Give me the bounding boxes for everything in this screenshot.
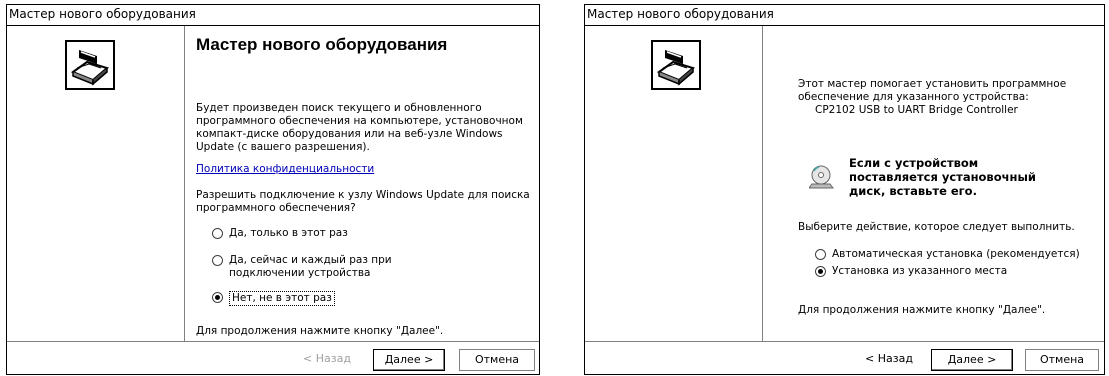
radio-button-selected[interactable]: [815, 266, 826, 277]
button-bar: < Назад Далее > Отмена: [7, 341, 539, 374]
window-title: Мастер нового оборудования: [7, 5, 539, 26]
back-button[interactable]: < Назад: [853, 349, 925, 371]
continue-hint: Для продолжения нажмите кнопку "Далее".: [798, 304, 1046, 316]
next-button[interactable]: Далее >: [931, 349, 1013, 371]
next-button[interactable]: Далее >: [373, 349, 445, 371]
option-manual[interactable]: Установка из указанного места: [815, 265, 1007, 278]
option-label: Да, сейчас и каждый раз при подключении …: [229, 254, 392, 279]
radio-button-selected[interactable]: [212, 292, 223, 303]
intro-text: Будет произведен поиск текущего и обновл…: [196, 102, 523, 153]
option-no[interactable]: Нет, не в этот раз: [212, 291, 335, 306]
intro-text: Этот мастер помогает установить программ…: [798, 78, 1067, 103]
option-label: Да, только в этот раз: [229, 227, 348, 239]
wizard-window-2: Мастер нового оборудования Этот мастер п…: [584, 4, 1105, 375]
device-name: CP2102 USB to UART Bridge Controller: [815, 104, 1018, 116]
back-button[interactable]: < Назад: [294, 349, 360, 371]
option-label: Нет, не в этот раз: [229, 291, 335, 306]
wizard-content: Этот мастер помогает установить программ…: [763, 26, 1104, 342]
cd-hint-text: Если с устройством поставляется установо…: [849, 156, 1036, 198]
option-label: Установка из указанного места: [832, 265, 1008, 277]
action-prompt: Выберите действие, которое следует выпол…: [798, 221, 1075, 233]
cd-hint-row: Если с устройством поставляется установо…: [808, 156, 1069, 198]
button-bar: < Назад Далее > Отмена: [585, 341, 1104, 374]
option-label: Автоматическая установка (рекомендуется): [832, 248, 1080, 260]
radio-button[interactable]: [212, 255, 223, 266]
option-once[interactable]: Да, только в этот раз: [212, 227, 348, 240]
window-title: Мастер нового оборудования: [585, 5, 1104, 26]
hardware-wizard-icon: [65, 40, 115, 90]
radio-button[interactable]: [212, 228, 223, 239]
option-auto[interactable]: Автоматическая установка (рекомендуется): [815, 248, 1080, 261]
cancel-button[interactable]: Отмена: [459, 349, 535, 371]
hardware-wizard-icon: [651, 40, 701, 90]
privacy-link[interactable]: Политика конфиденциальности: [196, 163, 374, 176]
wizard-sidebar: [585, 26, 763, 342]
continue-hint: Для продолжения нажмите кнопку "Далее".: [196, 325, 444, 337]
wizard-content: Мастер нового оборудования Будет произве…: [185, 26, 539, 342]
page-title: Мастер нового оборудования: [196, 35, 448, 54]
cancel-button[interactable]: Отмена: [1025, 349, 1099, 371]
wizard-window-1: Мастер нового оборудования Мастер нового…: [6, 4, 540, 375]
radio-button[interactable]: [815, 249, 826, 260]
question-text: Разрешить подключение к узлу Windows Upd…: [196, 189, 530, 214]
option-always[interactable]: Да, сейчас и каждый раз при подключении …: [212, 254, 429, 280]
wizard-sidebar: [7, 26, 185, 342]
cd-disc-icon: [808, 164, 835, 190]
